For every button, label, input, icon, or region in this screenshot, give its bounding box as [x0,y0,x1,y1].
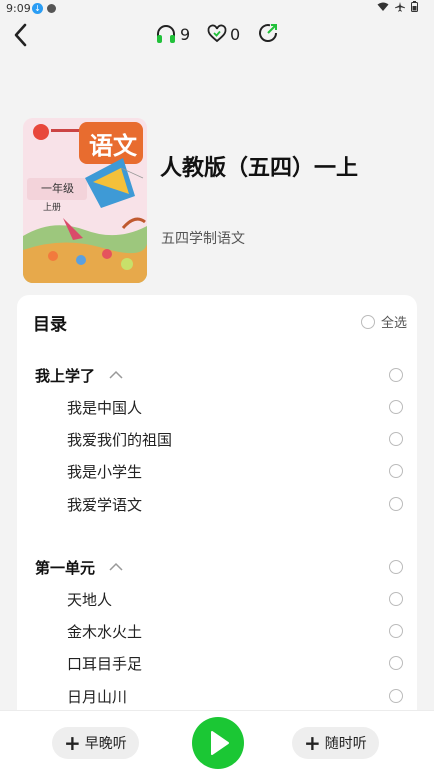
back-arrow-icon[interactable] [10,22,32,48]
book-subtitle: 五四学制语文 [161,231,245,247]
lesson-select-radio[interactable] [389,689,403,703]
headphones-icon [157,25,175,43]
unit-select-radio[interactable] [389,560,403,574]
lesson-item[interactable]: 我是小学生 [67,459,407,483]
chevron-up-icon[interactable] [109,370,123,380]
like-count-value: 0 [230,24,241,44]
lesson-item[interactable]: 我爱我们的祖国 [67,427,407,451]
publisher-logo-icon [33,124,49,140]
lesson-label: 日月山川 [67,687,128,706]
cover-title-text: 语文 [89,131,138,160]
plus-icon: + [64,731,81,755]
lesson-select-radio[interactable] [389,592,403,606]
lesson-label: 我是小学生 [67,462,143,481]
notification-dot-icon [47,4,56,13]
anytime-listen-button[interactable]: + 随时听 [292,727,379,759]
listen-count[interactable]: 9 [155,22,190,46]
catalog-title: 目录 [33,315,67,335]
listen-count-value: 9 [180,24,191,44]
bottom-bar: + 早晚听 + 随时听 [0,710,434,772]
select-all-label: 全选 [380,316,407,331]
lesson-select-radio[interactable] [389,624,403,638]
lesson-item[interactable]: 我爱学语文 [67,492,407,516]
play-button[interactable] [192,717,244,769]
book-title: 人教版（五四）一上 [160,156,359,181]
lesson-select-radio[interactable] [389,464,403,478]
status-bar: 9:09 ↓ [0,0,434,18]
like-count[interactable]: 0 [207,22,240,46]
lesson-item[interactable]: 天地人 [67,587,407,611]
top-bar: 9 0 [0,18,434,52]
catalog-panel: 目录 全选 我上学了 我是中国人 我爱我们的祖国 我是小学生 我爱学语文 第一单… [17,295,417,715]
select-all-radio[interactable] [360,314,375,329]
status-time: 9:09 [6,2,31,15]
lesson-label: 口耳目手足 [67,654,143,673]
status-icons [377,1,418,12]
lesson-label: 金木水火土 [67,622,143,641]
unit-header[interactable]: 第一单元 [35,555,407,579]
lesson-item[interactable]: 日月山川 [67,684,407,708]
unit-name: 第一单元 [35,558,96,577]
book-cover: 语文 一年级 上册 [23,118,147,283]
cover-grade-text: 一年级 [41,181,74,195]
select-all-toggle[interactable]: 全选 [360,312,407,331]
lesson-label: 我爱学语文 [67,495,143,514]
lesson-item[interactable]: 口耳目手足 [67,651,407,675]
cover-volume-text: 上册 [43,202,61,213]
unit-name: 我上学了 [35,366,96,385]
lesson-select-radio[interactable] [389,432,403,446]
unit-select-radio[interactable] [389,368,403,382]
play-icon [211,731,229,755]
share-icon[interactable] [257,22,279,44]
battery-icon [411,1,418,12]
lesson-label: 我是中国人 [67,398,143,417]
lesson-item[interactable]: 金木水火土 [67,619,407,643]
plus-icon: + [304,731,321,755]
lesson-label: 我爱我们的祖国 [67,430,173,449]
anytime-label: 随时听 [324,736,367,752]
unit-header[interactable]: 我上学了 [35,363,407,387]
airplane-icon [395,1,405,12]
lesson-select-radio[interactable] [389,400,403,414]
heart-icon [207,24,227,43]
download-icon: ↓ [32,3,43,14]
book-cover-illustration: 语文 一年级 上册 [23,118,147,283]
wifi-icon [377,2,389,11]
lesson-select-radio[interactable] [389,656,403,670]
chevron-up-icon[interactable] [109,562,123,572]
morning-evening-label: 早晚听 [84,736,127,752]
morning-evening-listen-button[interactable]: + 早晚听 [52,727,139,759]
lesson-label: 天地人 [67,590,113,609]
lesson-item[interactable]: 我是中国人 [67,395,407,419]
lesson-select-radio[interactable] [389,497,403,511]
